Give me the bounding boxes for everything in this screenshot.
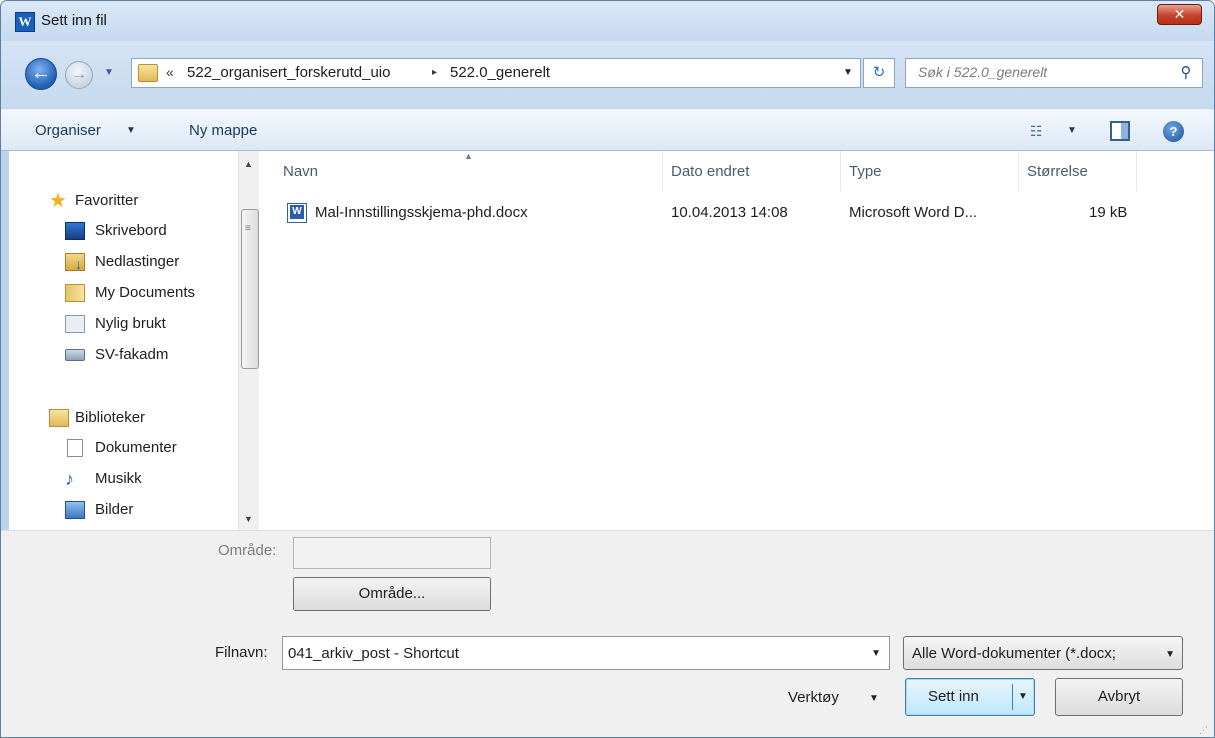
pictures-icon — [65, 501, 85, 519]
new-folder-button[interactable]: Ny mappe — [189, 122, 257, 139]
desktop-icon — [65, 222, 85, 240]
nav-scrollbar[interactable]: ▲ ≡ ▼ — [238, 151, 261, 530]
search-placeholder: Søk i 522.0_generelt — [918, 64, 1048, 80]
command-bar: Organiser ▼ Ny mappe ☷ ▼ ? — [1, 109, 1214, 151]
column-header-size[interactable]: Størrelse — [1019, 151, 1137, 191]
insert-file-dialog: W Sett inn fil ✕ ← → ▼ « 522_organisert_… — [0, 0, 1215, 738]
filename-dropdown-icon[interactable]: ▼ — [871, 648, 881, 659]
nav-label-my-documents: My Documents — [95, 284, 196, 301]
address-dropdown-icon[interactable]: ▼ — [836, 61, 860, 85]
breadcrumb-522-organisert[interactable]: 522_organisert_forskerutd_uio — [187, 64, 390, 81]
file-type-dropdown-icon[interactable]: ▼ — [1165, 649, 1175, 660]
nav-label-skrivebord: Skrivebord — [95, 222, 167, 239]
insert-split-divider — [1012, 684, 1013, 710]
file-type: Microsoft Word D... — [849, 204, 978, 221]
filename-label: Filnavn: — [215, 644, 268, 661]
breadcrumb-overflow-icon[interactable]: « — [166, 64, 174, 80]
file-date: 10.04.2013 14:08 — [671, 204, 788, 221]
column-label-name: Navn — [283, 163, 319, 180]
search-input[interactable]: Søk i 522.0_generelt ⚲ — [905, 58, 1203, 88]
forward-arrow-icon[interactable]: → — [65, 61, 93, 89]
area-label: Område: — [218, 542, 277, 559]
downloads-icon — [65, 253, 85, 272]
refresh-icon[interactable]: ↻ — [863, 58, 895, 88]
documents-icon — [67, 439, 83, 457]
nav-label-favorites: Favoritter — [75, 192, 139, 209]
search-icon[interactable]: ⚲ — [1176, 63, 1196, 83]
recent-locations-chevron-icon[interactable]: ▼ — [101, 65, 117, 81]
help-icon[interactable]: ? — [1163, 121, 1184, 142]
tools-chevron-icon[interactable]: ▼ — [869, 693, 879, 704]
nav-label-sv-fakadm: SV-fakadm — [95, 346, 169, 363]
filename-input[interactable]: 041_arkiv_post - Shortcut ▼ — [282, 636, 890, 670]
nav-label-bilder: Bilder — [95, 501, 134, 518]
view-options-chevron-icon[interactable]: ▼ — [1067, 125, 1077, 136]
file-name: Mal-Innstillingsskjema-phd.docx — [315, 204, 528, 221]
tools-button[interactable]: Verktøy — [788, 689, 839, 706]
file-type-select[interactable]: Alle Word-dokumenter (*.docx; ▼ — [903, 636, 1183, 670]
filename-value: 041_arkiv_post - Shortcut — [288, 645, 459, 662]
address-row: ← → ▼ « 522_organisert_forskerutd_uio ▸ … — [1, 41, 1214, 109]
organise-button[interactable]: Organiser — [35, 122, 101, 139]
resize-grip-icon[interactable]: ⋰ — [1199, 726, 1208, 735]
address-bar[interactable]: « 522_organisert_forskerutd_uio ▸ 522.0_… — [131, 58, 861, 88]
insert-button-label: Sett inn — [928, 688, 979, 705]
favorites-star-icon: ★ — [49, 190, 67, 212]
file-size: 19 kB — [1089, 204, 1128, 221]
scroll-down-icon[interactable]: ▼ — [244, 514, 253, 524]
column-label-date: Dato endret — [671, 163, 750, 180]
column-header-date[interactable]: Dato endret — [663, 151, 841, 191]
nav-label-dokumenter: Dokumenter — [95, 439, 177, 456]
breadcrumb-separator-icon[interactable]: ▸ — [432, 67, 437, 78]
word-document-icon — [287, 203, 307, 223]
area-field — [293, 537, 491, 569]
network-drive-icon — [65, 349, 85, 361]
scroll-grip-icon: ≡ — [245, 223, 251, 234]
window-title: Sett inn fil — [41, 12, 107, 29]
file-list: ▲ Navn Dato endret Type Størrelse Mal-In… — [259, 151, 1214, 530]
my-documents-icon — [65, 284, 85, 302]
change-view-icon[interactable]: ☷ — [1030, 123, 1050, 139]
sort-ascending-icon: ▲ — [464, 151, 473, 161]
nav-label-nylig-brukt: Nylig brukt — [95, 315, 166, 332]
column-label-type: Type — [849, 163, 882, 180]
music-icon: ♪ — [65, 469, 74, 489]
title-bar[interactable]: W Sett inn fil ✕ — [1, 1, 1214, 41]
scroll-up-icon[interactable]: ▲ — [244, 159, 253, 169]
nav-label-libraries: Biblioteker — [75, 409, 146, 426]
recent-places-icon — [65, 315, 85, 333]
breadcrumb-522-0-generelt[interactable]: 522.0_generelt — [450, 64, 550, 81]
word-app-icon: W — [15, 12, 35, 32]
insert-button[interactable]: Sett inn ▼ — [905, 678, 1035, 716]
column-header-name[interactable]: ▲ Navn — [259, 151, 663, 191]
organise-chevron-icon[interactable]: ▼ — [126, 125, 136, 136]
navigation-pane: ★ Favoritter Skrivebord Nedlastinger My … — [9, 151, 261, 530]
column-header-type[interactable]: Type — [841, 151, 1019, 191]
table-row[interactable]: Mal-Innstillingsskjema-phd.docx 10.04.20… — [279, 200, 1149, 228]
nav-label-musikk: Musikk — [95, 470, 142, 487]
libraries-icon — [49, 409, 69, 427]
column-label-size: Størrelse — [1027, 163, 1088, 180]
area-button[interactable]: Område... — [293, 577, 491, 611]
file-type-value: Alle Word-dokumenter (*.docx; — [912, 645, 1116, 662]
close-button[interactable]: ✕ — [1157, 4, 1202, 25]
back-arrow-icon[interactable]: ← — [25, 58, 57, 90]
nav-label-nedlastinger: Nedlastinger — [95, 253, 180, 270]
dialog-footer: Område: Område... Filnavn: 041_arkiv_pos… — [1, 530, 1214, 737]
folder-icon — [138, 64, 158, 82]
preview-pane-icon[interactable] — [1110, 121, 1130, 141]
insert-options-dropdown-icon[interactable]: ▼ — [1018, 691, 1028, 702]
cancel-button[interactable]: Avbryt — [1055, 678, 1183, 716]
